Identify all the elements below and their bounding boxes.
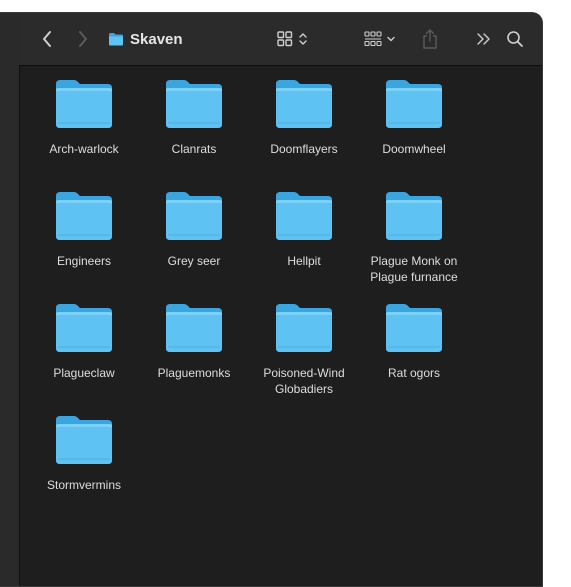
folder-item[interactable]: Engineers [29, 190, 139, 302]
folder-icon [56, 416, 112, 464]
folder-icon [166, 304, 222, 352]
folder-icon [166, 192, 222, 240]
folder-icon [276, 192, 332, 240]
finder-window: Skaven Arch-warlock Clanrats Doomflayers… [0, 12, 543, 587]
chevron-left-icon [43, 31, 51, 47]
folder-item[interactable]: Plague Monk on Plague furnance [359, 190, 469, 302]
folder-icon [276, 80, 332, 128]
folder-item[interactable]: Grey seer [139, 190, 249, 302]
folder-icon [56, 304, 112, 352]
folder-label: Stormvermins [46, 478, 121, 492]
folder-icon [109, 33, 123, 46]
folder-item[interactable]: Doomwheel [359, 78, 469, 190]
folder-item[interactable]: Clanrats [139, 78, 249, 190]
folder-item[interactable]: Plagueclaw [29, 302, 139, 414]
forward-button[interactable] [69, 13, 97, 65]
folder-icon [276, 304, 332, 352]
folder-label: Doomwheel [382, 142, 446, 156]
chevron-right-icon [79, 31, 87, 47]
folder-icon [56, 80, 112, 128]
folder-icon [56, 192, 112, 240]
sidebar-edge[interactable] [0, 13, 20, 586]
folder-label: Plaguemonks [157, 366, 231, 380]
folder-label: Rat ogors [387, 366, 441, 380]
folder-label: Arch-warlock [49, 142, 119, 156]
folder-label: Hellpit [287, 254, 321, 268]
folder-item[interactable]: Rat ogors [359, 302, 469, 414]
toolbar: Skaven [19, 13, 542, 66]
search-icon [507, 31, 523, 47]
share-button[interactable] [417, 13, 443, 65]
window-title: Skaven [108, 13, 183, 65]
folder-content: Arch-warlock Clanrats Doomflayers Doomwh… [20, 66, 542, 586]
folder-icon [386, 304, 442, 352]
folder-item[interactable]: Doomflayers [249, 78, 359, 190]
icon-grid: Arch-warlock Clanrats Doomflayers Doomwh… [29, 78, 469, 526]
folder-item[interactable]: Stormvermins [29, 414, 139, 526]
folder-item[interactable]: Plaguemonks [139, 302, 249, 414]
group-by-icon [364, 31, 395, 47]
more-toolbar-button[interactable] [471, 13, 495, 65]
view-mode-button[interactable] [273, 13, 313, 65]
folder-label: Poisoned-Wind Globadiers [263, 366, 345, 396]
folder-label: Engineers [56, 254, 112, 268]
folder-title: Skaven [130, 30, 183, 48]
group-by-button[interactable] [361, 13, 403, 65]
icon-grid-view-icon [277, 31, 307, 47]
search-button[interactable] [503, 13, 527, 65]
share-icon [423, 29, 437, 49]
folder-label: Plagueclaw [53, 366, 115, 380]
folder-icon [386, 80, 442, 128]
folder-label: Plague Monk on Plague furnance [370, 254, 458, 284]
folder-item[interactable]: Arch-warlock [29, 78, 139, 190]
folder-label: Clanrats [171, 142, 217, 156]
folder-label: Doomflayers [270, 142, 338, 156]
folder-label: Grey seer [167, 254, 221, 268]
folder-item[interactable]: Poisoned-Wind Globadiers [249, 302, 359, 414]
folder-icon [166, 80, 222, 128]
double-chevron-right-icon [477, 33, 490, 45]
folder-item[interactable]: Hellpit [249, 190, 359, 302]
back-button[interactable] [33, 13, 61, 65]
folder-icon [386, 192, 442, 240]
